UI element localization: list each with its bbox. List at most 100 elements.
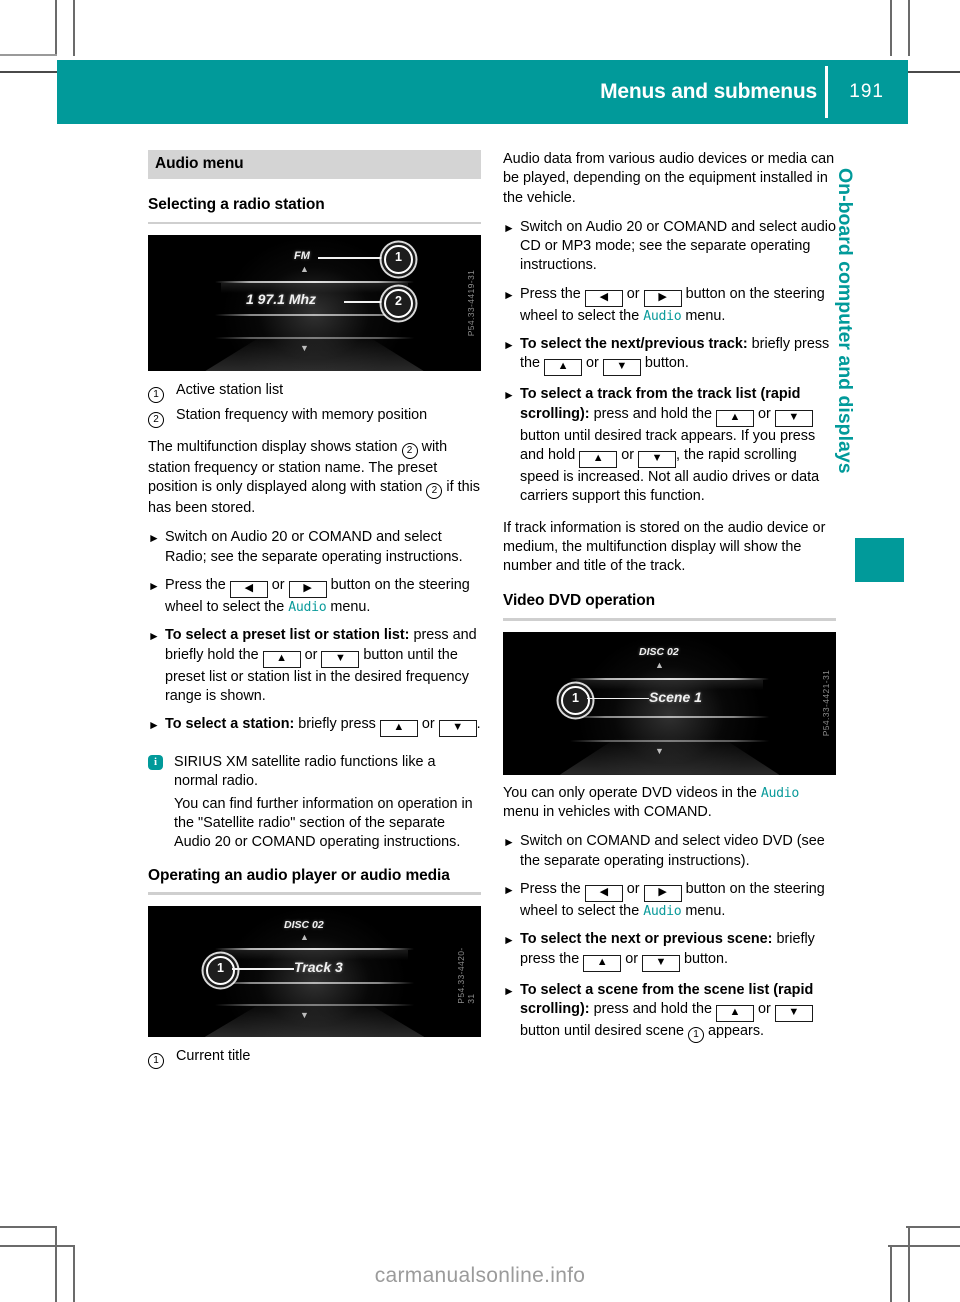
step-bullet-icon: ► [503,933,515,948]
crop-mark-left-top-a [0,54,57,56]
scroll-down-caret-icon: ▼ [300,343,309,354]
step-text-after: button until desired track appears. [520,427,737,444]
step-bullet-icon: ► [503,835,515,850]
step-text-after: button. [684,950,729,967]
step-text: Switch on Audio 20 or COMAND and select … [520,218,836,274]
note-line-1: SIRIUS XM satellite radio functions like… [174,754,436,790]
step-text-before: Press the [520,881,581,898]
legend-text-current-title: Current title [176,1047,251,1064]
heading-rule-3 [503,618,836,621]
legend-number-1: 1 [148,381,164,404]
heading-video-dvd-operation: Video DVD operation [503,592,655,610]
crop-mark-top-right-a [908,0,910,56]
paragraph-dvd-videos: You can only operate DVD videos in the A… [503,784,836,823]
step-text-after: . [476,716,481,733]
step-bullet-icon: ► [148,578,160,593]
callout-leader-1 [318,257,390,259]
key-up-icon-2[interactable]: ▲ [579,450,618,468]
step-bold-lead: To select the next or previous scene: [520,931,773,948]
crop-mark-right-top [906,71,960,73]
key-down-icon-2[interactable]: ▼ [638,450,677,468]
step-text-before: press and hold the [593,405,712,422]
key-down-icon[interactable]: ▼ [642,954,680,972]
key-right-icon[interactable]: ▶ [643,289,682,307]
key-down-icon[interactable]: ▼ [438,720,477,738]
heading-selecting-radio-station: Selecting a radio station [148,196,325,213]
inline-cnum-2b: 2 [426,483,443,500]
paragraph-audio-data: Audio data from various audio devices or… [503,151,835,206]
step-or: or [586,355,599,372]
step-bullet-icon: ► [503,220,515,235]
step-bullet-icon: ► [503,287,515,302]
scroll-down-caret-icon: ▼ [655,745,664,756]
step-press-left-right-dvd: ► Press the ◀ or ▶ button on the steerin… [503,880,836,921]
figure-image-code: P54.33-4419-31 [466,270,476,337]
info-icon: i [148,755,163,771]
dvd-display-figure: DISC 02 ▲ 1 Scene 1 ▼ P54.33-4421-31 [503,631,836,775]
key-up-icon[interactable]: ▲ [262,650,301,668]
key-right-icon[interactable]: ▶ [643,885,682,903]
key-down-icon[interactable]: ▼ [774,1004,813,1022]
crop-mark-left-bottom-a [0,1226,57,1228]
step-or: or [757,405,771,422]
callout-leader-1 [232,967,294,970]
left-column: Audio menu Selecting a radio station FM … [148,150,481,1070]
paragraph-multifunction-display: The multifunction display shows station … [148,438,481,519]
key-up-icon[interactable]: ▲ [715,1004,754,1022]
legend-text-1: Active station list [176,382,284,399]
radio-mode-label: FM [294,250,310,263]
legend-item-2: 2 Station frequency with memory position [148,405,481,428]
key-down-icon[interactable]: ▼ [602,359,641,377]
step-select-next-previous-track: ► To select the next/previous track: bri… [503,335,836,377]
key-down-icon[interactable]: ▼ [774,409,813,427]
key-right-icon[interactable]: ▶ [288,580,327,598]
step-bold-lead: To select the next/previous track: [520,336,748,353]
scroll-up-caret-icon: ▲ [655,659,664,670]
key-up-icon[interactable]: ▲ [583,954,622,972]
key-down-icon[interactable]: ▼ [321,650,360,668]
step-or: or [626,285,640,302]
step-select-next-previous-scene: ► To select the next or previous scene: … [503,930,836,972]
para3-before: You can only operate DVD videos in the [503,784,757,801]
crop-mark-top-right-b [890,0,892,56]
audio-display-figure: DISC 02 ▲ 1 Track 3 ▼ P54.33-4420-31 [148,905,481,1037]
key-left-icon[interactable]: ◀ [584,289,623,307]
site-watermark: carmanualsonline.info [374,1264,586,1287]
step-text-end: menu. [685,307,726,324]
step-bullet-icon: ► [503,388,515,403]
step-text-end: menu. [685,903,726,920]
step-or: or [757,1000,771,1017]
step-bullet-icon: ► [148,629,160,644]
audio-menu-label: Audio [760,785,800,801]
heading-operating-audio-player: Operating an audio player or audio media [148,866,450,884]
key-up-icon[interactable]: ▲ [715,409,754,427]
inline-cnum-2a: 2 [401,442,418,459]
step-switch-on-radio: ► Switch on Audio 20 or COMAND and selec… [148,528,481,567]
step-bold-lead: To select a station: [165,716,295,733]
step-text-before: Press the [520,285,581,302]
radio-display-figure: FM ▲ 1 1 97.1 Mhz 2 ▼ P54.33-4419-31 [148,235,481,372]
dvd-disc-label: DISC 02 [639,645,679,658]
dvd-callout-1: 1 [561,685,590,715]
audio-disc-label: DISC 02 [284,918,324,931]
step-select-station: ► To select a station: briefly press ▲ o… [148,715,481,738]
step-select-preset-list: ► To select a preset list or station lis… [148,626,481,706]
para3-after: menu in vehicles with COMAND. [503,804,712,821]
step-text: Switch on Audio 20 or COMAND and select … [165,529,463,565]
key-left-icon[interactable]: ◀ [584,885,623,903]
step-text-after: button until desired scene [520,1022,685,1039]
key-left-icon[interactable]: ◀ [229,580,268,598]
step-bullet-icon: ► [503,883,515,898]
step-text-end: appears. [708,1022,765,1039]
step-or: or [421,716,435,733]
chapter-tab-marker [855,538,904,582]
step-select-scene-rapid-scrolling: ► To select a scene from the scene list … [503,981,836,1043]
step-or-2: or [621,446,635,463]
key-up-icon[interactable]: ▲ [379,720,418,738]
step-bullet-icon: ► [503,338,515,353]
heading-rule [148,221,481,225]
right-column: Audio data from various audio devices or… [503,150,836,1052]
audio-callout-1: 1 [206,955,235,985]
info-note-sirius: i SIRIUS XM satellite radio functions li… [148,753,481,852]
key-up-icon[interactable]: ▲ [544,359,583,377]
